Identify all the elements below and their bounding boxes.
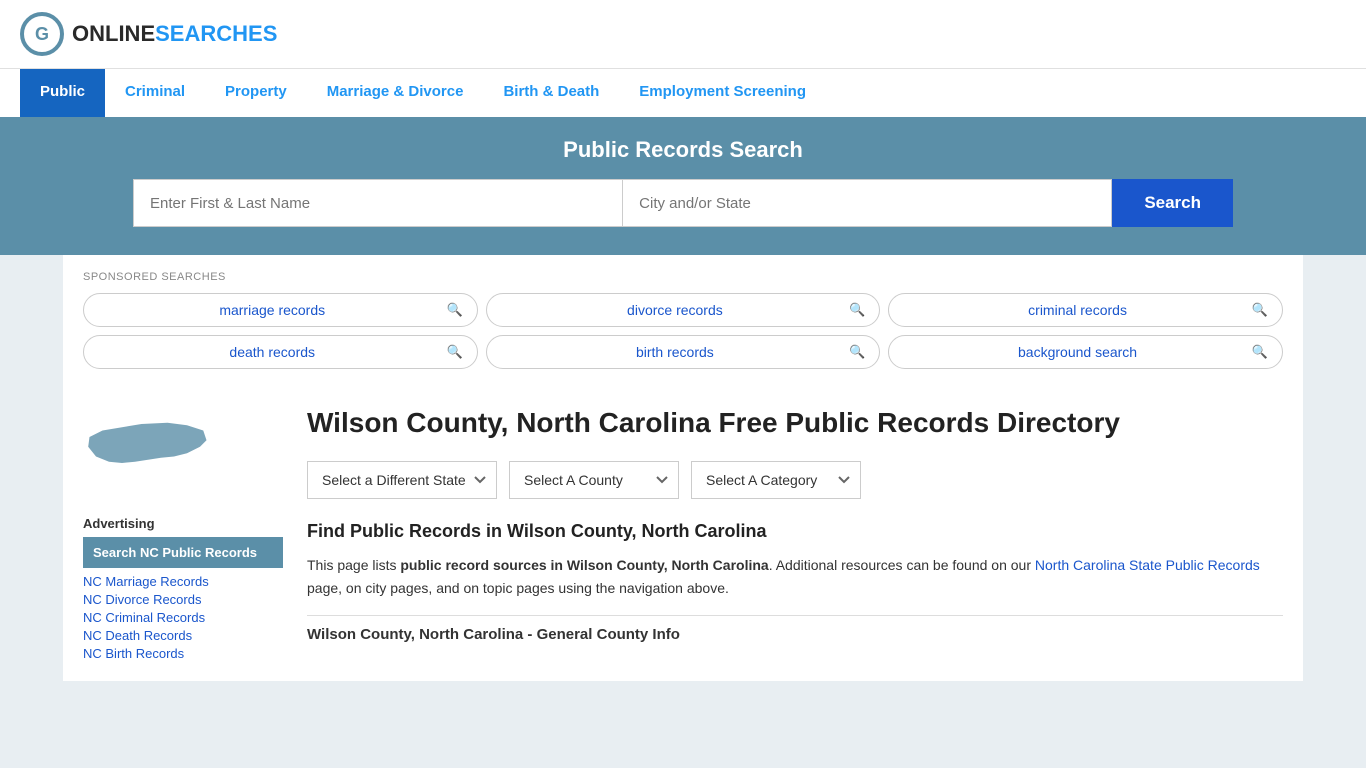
nav-item-marriage[interactable]: Marriage & Divorce: [307, 69, 484, 117]
nav-item-birth[interactable]: Birth & Death: [483, 69, 619, 117]
nav-item-employment[interactable]: Employment Screening: [619, 69, 826, 117]
sidebar-link-death[interactable]: NC Death Records: [83, 628, 283, 643]
search-icon-3: 🔍: [1252, 302, 1268, 318]
logo-text: ONLINESEARCHES: [72, 21, 277, 47]
nc-map-svg: [83, 405, 213, 495]
sidebar-link-marriage[interactable]: NC Marriage Records: [83, 574, 283, 589]
search-icon-1: 🔍: [446, 302, 462, 318]
tag-death-label: death records: [98, 344, 446, 360]
search-banner: Public Records Search Search: [0, 117, 1366, 255]
advertising-label: Advertising: [83, 516, 283, 531]
tag-birth-label: birth records: [501, 344, 849, 360]
tag-divorce[interactable]: divorce records 🔍: [486, 293, 881, 327]
find-records-title: Find Public Records in Wilson County, No…: [307, 521, 1283, 542]
logo-online: ONLINE: [72, 21, 155, 46]
svg-text:G: G: [35, 24, 49, 44]
tag-birth[interactable]: birth records 🔍: [486, 335, 881, 369]
main-nav: Public Criminal Property Marriage & Divo…: [0, 68, 1366, 117]
state-map: [83, 405, 283, 500]
nc-state-link[interactable]: North Carolina State Public Records: [1035, 557, 1260, 573]
main-wrapper: SPONSORED SEARCHES marriage records 🔍 di…: [63, 255, 1303, 681]
nav-item-property[interactable]: Property: [205, 69, 307, 117]
search-icon-5: 🔍: [849, 344, 865, 360]
description-text: This page lists public record sources in…: [307, 554, 1283, 599]
main-content: Wilson County, North Carolina Free Publi…: [307, 405, 1283, 661]
search-row: Search: [133, 179, 1233, 227]
desc-part3: page, on city pages, and on topic pages …: [307, 580, 729, 596]
search-tags-grid: marriage records 🔍 divorce records 🔍 cri…: [83, 293, 1283, 369]
logo-icon: G: [20, 12, 64, 56]
name-input[interactable]: [133, 179, 622, 227]
search-icon-6: 🔍: [1252, 344, 1268, 360]
tag-marriage[interactable]: marriage records 🔍: [83, 293, 478, 327]
tag-divorce-label: divorce records: [501, 302, 849, 318]
sponsored-label: SPONSORED SEARCHES: [83, 271, 1283, 283]
header: G ONLINESEARCHES: [0, 0, 1366, 68]
dropdowns-row: Select a Different State Select A County…: [307, 461, 1283, 499]
search-banner-title: Public Records Search: [30, 137, 1336, 163]
ad-highlight[interactable]: Search NC Public Records: [83, 537, 283, 568]
nav-item-criminal[interactable]: Criminal: [105, 69, 205, 117]
tag-criminal-label: criminal records: [903, 302, 1251, 318]
logo-container: G ONLINESEARCHES: [20, 12, 277, 56]
tag-death[interactable]: death records 🔍: [83, 335, 478, 369]
state-dropdown[interactable]: Select a Different State: [307, 461, 497, 499]
section-subtitle: Wilson County, North Carolina - General …: [307, 626, 1283, 643]
logo-searches: SEARCHES: [155, 21, 277, 46]
sidebar-link-criminal[interactable]: NC Criminal Records: [83, 610, 283, 625]
tag-marriage-label: marriage records: [98, 302, 446, 318]
search-icon-2: 🔍: [849, 302, 865, 318]
tag-background-label: background search: [903, 344, 1251, 360]
search-button[interactable]: Search: [1112, 179, 1233, 227]
sidebar-links: NC Marriage Records NC Divorce Records N…: [83, 574, 283, 661]
sidebar: Advertising Search NC Public Records NC …: [83, 405, 283, 661]
desc-bold: public record sources in Wilson County, …: [400, 557, 768, 573]
sidebar-link-divorce[interactable]: NC Divorce Records: [83, 592, 283, 607]
location-input[interactable]: [622, 179, 1112, 227]
page-title: Wilson County, North Carolina Free Publi…: [307, 405, 1283, 441]
nav-item-public[interactable]: Public: [20, 69, 105, 117]
content-layout: Advertising Search NC Public Records NC …: [63, 385, 1303, 681]
sponsored-section: SPONSORED SEARCHES marriage records 🔍 di…: [63, 255, 1303, 385]
search-icon-4: 🔍: [446, 344, 462, 360]
desc-part1: This page lists: [307, 557, 400, 573]
desc-part2: . Additional resources can be found on o…: [769, 557, 1035, 573]
category-dropdown[interactable]: Select A Category: [691, 461, 861, 499]
county-dropdown[interactable]: Select A County: [509, 461, 679, 499]
tag-criminal[interactable]: criminal records 🔍: [888, 293, 1283, 327]
tag-background[interactable]: background search 🔍: [888, 335, 1283, 369]
sidebar-link-birth[interactable]: NC Birth Records: [83, 646, 283, 661]
divider: [307, 615, 1283, 616]
